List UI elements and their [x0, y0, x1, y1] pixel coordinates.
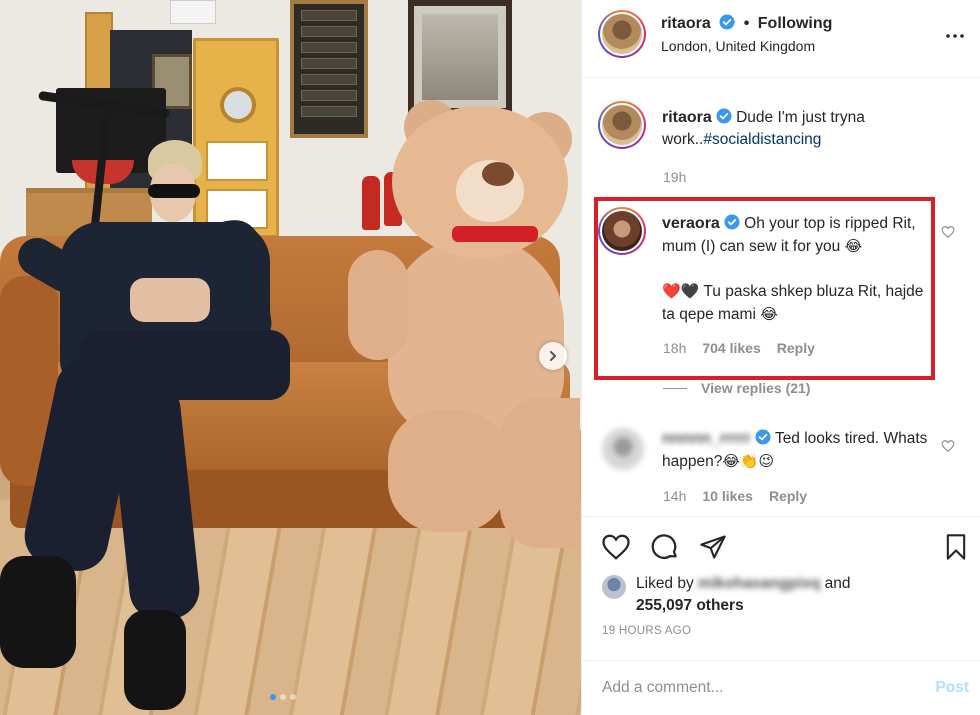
- verified-badge-icon: [719, 14, 735, 30]
- following-button[interactable]: Following: [758, 15, 833, 32]
- author-username[interactable]: ritaora: [661, 15, 711, 32]
- caption-time[interactable]: 19h: [663, 169, 686, 185]
- comment-avatar[interactable]: [600, 426, 646, 472]
- comment-likes[interactable]: 10 likes: [702, 488, 753, 504]
- likes-conj: and: [824, 575, 851, 592]
- photo-door-porthole: [220, 87, 256, 123]
- post-actions: Liked by mikohaxangpixq and 255,097 othe…: [582, 516, 980, 646]
- photo-person-sunglasses: [148, 184, 200, 198]
- photo-door-panel: [206, 141, 268, 181]
- verified-badge-icon: [716, 108, 732, 124]
- liker-username[interactable]: mikohaxangpixq: [698, 575, 820, 592]
- photo-wall-frame: [408, 0, 512, 114]
- laughing-emoji: 😂: [760, 305, 778, 323]
- comment-button[interactable]: [649, 531, 681, 563]
- comment-time[interactable]: 14h: [663, 488, 686, 504]
- share-icon: [700, 535, 726, 559]
- photo-person-shoe: [0, 556, 76, 668]
- liker-avatar[interactable]: [602, 575, 626, 599]
- laughing-emoji: 😂: [844, 237, 863, 255]
- caption-text: ritaora Dude I'm just tryna work..#socia…: [662, 107, 932, 151]
- comment-avatar[interactable]: [598, 207, 646, 255]
- hearts-emoji: ❤️🖤: [662, 282, 700, 300]
- post-location[interactable]: London, United Kingdom: [661, 38, 815, 54]
- photo-bear-nose: [482, 162, 514, 186]
- photo-sign: [170, 0, 216, 24]
- comment-time[interactable]: 18h: [663, 340, 686, 356]
- caption-meta: 19h: [663, 169, 686, 185]
- carousel-dot: [290, 694, 296, 700]
- heart-icon[interactable]: [941, 225, 955, 239]
- post-header: ritaora • Following London, United Kingd…: [582, 0, 980, 78]
- header-separator: •: [743, 15, 750, 32]
- verified-badge-icon: [755, 429, 771, 445]
- post-timestamp[interactable]: 19 HOURS AGO: [602, 625, 691, 637]
- comment-meta: 14h 10 likes Reply: [663, 488, 807, 504]
- author-line: ritaora • Following: [661, 14, 832, 33]
- view-replies-button[interactable]: View replies (21): [663, 380, 810, 396]
- next-photo-button[interactable]: [539, 342, 567, 370]
- verified-badge-icon: [724, 214, 740, 230]
- reply-button[interactable]: Reply: [777, 340, 815, 356]
- photo-bear-leg: [388, 410, 508, 532]
- carousel-dot: [280, 694, 286, 700]
- caption-comment: ritaora Dude I'm just tryna work..#socia…: [582, 97, 980, 187]
- save-button[interactable]: [940, 531, 972, 563]
- post-photo[interactable]: [0, 0, 581, 715]
- reaction-emojis: 😂👏😉: [722, 452, 775, 470]
- comment-text: nnnnn_rrrrr Ted looks tired. Whats happe…: [662, 428, 932, 473]
- comment-meta: 18h 704 likes Reply: [663, 340, 815, 356]
- photo-bear-arm: [348, 250, 408, 360]
- more-options-icon[interactable]: [943, 24, 967, 48]
- carousel-dots: [270, 694, 296, 700]
- comment-username[interactable]: nnnnn_rrrrr: [662, 430, 751, 447]
- carousel-dot-active: [270, 694, 276, 700]
- caption-hashtag-link[interactable]: #socialdistancing: [703, 131, 821, 148]
- photo-person-shoe: [124, 610, 186, 710]
- add-comment-bar: Post: [582, 660, 980, 715]
- heart-icon[interactable]: [941, 439, 955, 453]
- photo-notice-board: [290, 0, 368, 138]
- liked-by-label: Liked by: [636, 575, 694, 592]
- caption-username[interactable]: ritaora: [662, 109, 712, 126]
- chevron-right-icon: [550, 351, 556, 361]
- comment-icon: [651, 534, 677, 559]
- bookmark-icon: [946, 534, 966, 560]
- photo-bear-leg: [500, 398, 580, 548]
- photo-person-midriff: [130, 278, 210, 322]
- likes-others[interactable]: 255,097 others: [636, 595, 744, 617]
- photo-bear-bow: [452, 226, 538, 242]
- comment-username[interactable]: veraora: [662, 215, 720, 232]
- view-replies-label: View replies (21): [701, 380, 811, 396]
- comment-text: veraora Oh your top is ripped Rit, mum (…: [662, 213, 932, 326]
- comment-item: nnnnn_rrrrr Ted looks tired. Whats happe…: [582, 421, 980, 516]
- photo-door: [193, 38, 279, 238]
- post-comment-button[interactable]: Post: [935, 679, 969, 697]
- reply-button[interactable]: Reply: [769, 488, 807, 504]
- comment-body-second: Tu paska shkep bluza Rit, hajde ta qepe …: [662, 283, 924, 323]
- caption-avatar[interactable]: [598, 101, 646, 149]
- comments-list[interactable]: ritaora Dude I'm just tryna work..#socia…: [582, 79, 980, 516]
- comment-item: veraora Oh your top is ripped Rit, mum (…: [582, 203, 980, 373]
- photo-fire-extinguisher: [362, 176, 380, 230]
- author-avatar[interactable]: [598, 10, 646, 58]
- heart-icon: [602, 534, 630, 560]
- post-side-panel: ritaora • Following London, United Kingd…: [581, 0, 980, 715]
- add-comment-input[interactable]: [602, 673, 902, 703]
- comment-likes[interactable]: 704 likes: [702, 340, 760, 356]
- share-button[interactable]: [697, 531, 729, 563]
- likes-line-1: Liked by mikohaxangpixq and: [636, 573, 851, 595]
- view-replies-line: [663, 387, 687, 389]
- like-button[interactable]: [600, 531, 632, 563]
